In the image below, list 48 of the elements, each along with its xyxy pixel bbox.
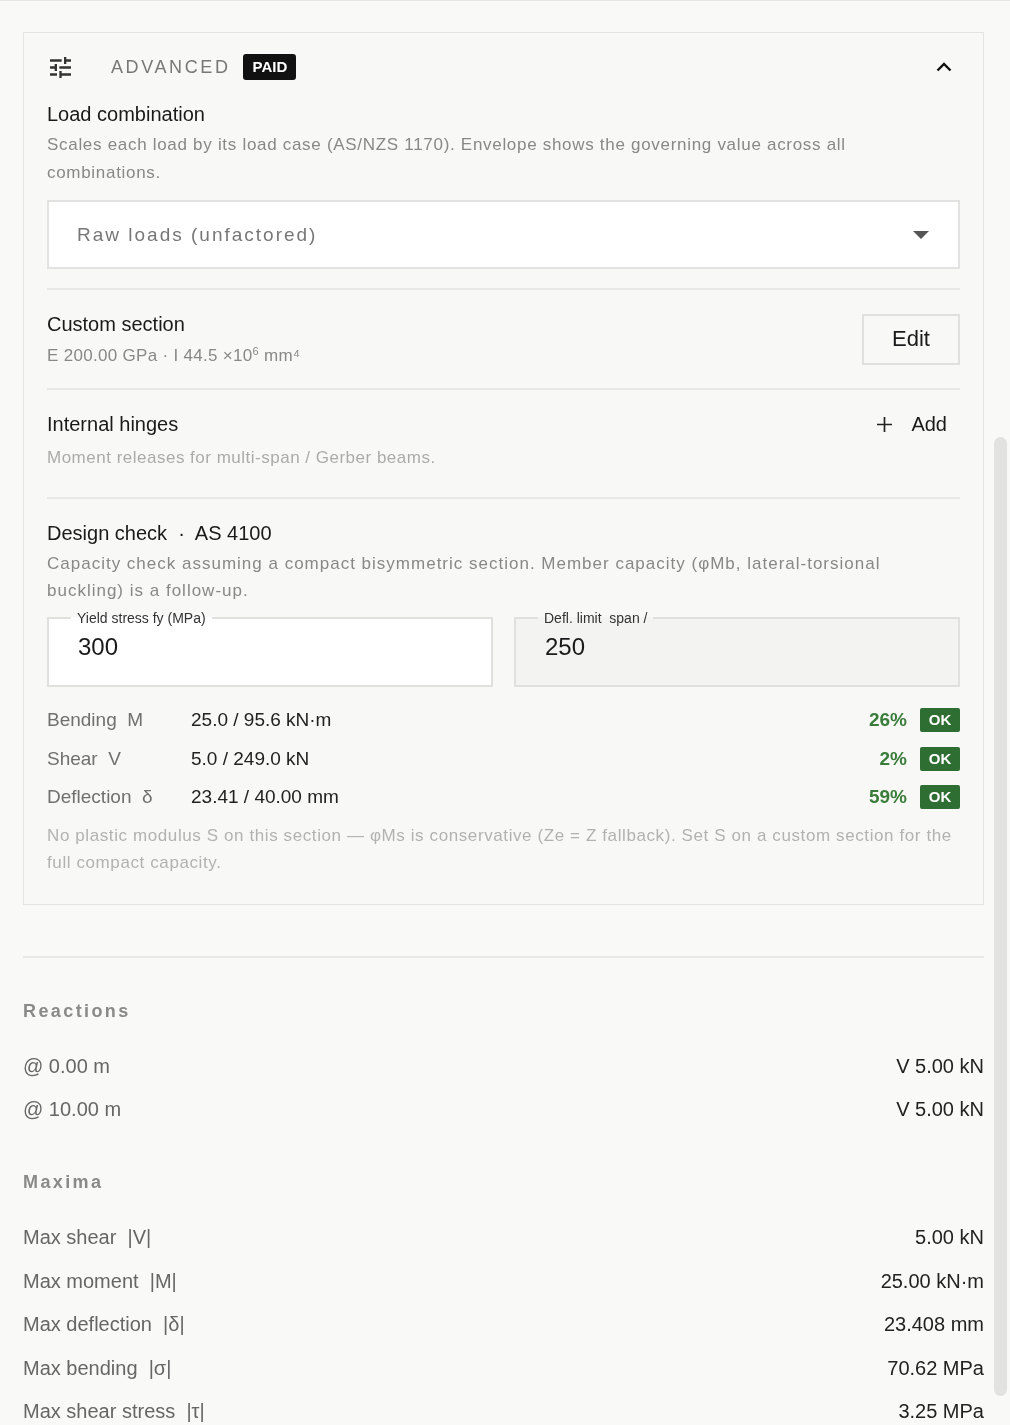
result-value: 5.00 kN bbox=[915, 1227, 984, 1248]
check-label: Deflection δ bbox=[47, 786, 154, 809]
reaction-position: @ 0.00 m bbox=[23, 1056, 110, 1076]
section-heading: Design check · AS 4100 bbox=[47, 521, 273, 546]
result-value: 25.00 kN·m bbox=[880, 1270, 984, 1291]
result-label: Max shear |V| bbox=[23, 1227, 152, 1248]
section-heading: Load combination bbox=[47, 102, 206, 127]
check-label: Bending M bbox=[47, 709, 145, 732]
result-label: Max moment |M| bbox=[23, 1270, 177, 1291]
chevron-up-icon[interactable] bbox=[936, 62, 952, 72]
status-badge: OK bbox=[920, 708, 960, 733]
status-badge: OK bbox=[920, 785, 960, 810]
section-title: ADVANCED bbox=[111, 56, 231, 78]
plus-icon bbox=[877, 416, 893, 432]
group-heading: Maxima bbox=[23, 1170, 105, 1194]
add-button[interactable]: Add bbox=[877, 412, 947, 436]
caret-down-icon bbox=[913, 230, 929, 239]
check-value: 25.0 / 95.6 kN·m bbox=[191, 709, 332, 732]
result-label: Max deflection |δ| bbox=[23, 1314, 185, 1335]
result-label: Max shear stress |τ| bbox=[23, 1401, 205, 1422]
section-description: Capacity check assuming a compact bisymmetric section. Member capacity (φMb, lateral-torsional buckling) is a follow-up. bbox=[47, 553, 882, 602]
section-description: Moment releases for multi-span / Gerber beams. bbox=[47, 447, 437, 469]
reaction-value: V 5.00 kN bbox=[896, 1056, 984, 1076]
section-heading: Custom section bbox=[47, 312, 186, 337]
utilisation-percent: 59% bbox=[868, 786, 907, 809]
number-field[interactable]: Defl. limit span / 250 bbox=[514, 609, 960, 687]
reaction-value: V 5.00 kN bbox=[896, 1099, 984, 1119]
note-text: No plastic modulus S on this section — φMs is conservative (Ze = Z fallback). Set S on a custom section for the full compact capacity. bbox=[47, 824, 953, 874]
section-properties: E 200.00 GPa · I 44.5 ×10$^{6}$ mm⁴ bbox=[47, 344, 302, 367]
sliders-icon bbox=[50, 56, 71, 78]
utilisation-percent: 26% bbox=[868, 709, 907, 732]
check-value: 23.41 / 40.00 mm bbox=[191, 786, 339, 809]
result-value: 3.25 MPa bbox=[898, 1401, 984, 1422]
load-combination-select[interactable]: Raw loads (unfactored) bbox=[47, 200, 960, 269]
utilisation-percent: 2% bbox=[879, 747, 907, 770]
result-label: Max bending |σ| bbox=[23, 1357, 172, 1378]
plan-badge: PAID bbox=[243, 54, 297, 80]
section-heading: Internal hinges bbox=[47, 412, 179, 437]
reaction-position: @ 10.00 m bbox=[23, 1099, 122, 1119]
check-value: 5.0 / 249.0 kN bbox=[191, 747, 310, 770]
result-value: 70.62 MPa bbox=[887, 1357, 984, 1378]
result-value: 23.408 mm bbox=[883, 1314, 984, 1335]
group-heading: Reactions bbox=[23, 999, 132, 1023]
check-label: Shear V bbox=[47, 747, 122, 770]
edit-button[interactable]: Edit bbox=[862, 313, 960, 365]
number-field[interactable]: Yield stress fy (MPa) 300 bbox=[47, 609, 493, 687]
section-description: Scales each load by its load case (AS/NZS 1170). Envelope shows the governing value across all combinations. bbox=[47, 134, 847, 184]
status-badge: OK bbox=[920, 746, 960, 771]
